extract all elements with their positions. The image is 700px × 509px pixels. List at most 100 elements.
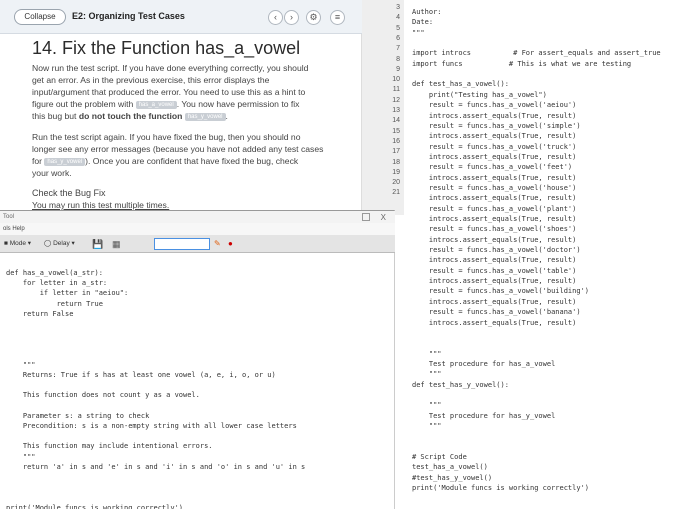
line-number: 6	[396, 34, 400, 42]
lesson-panel: Collapse E2: Organizing Test Cases ‹ › ⚙…	[0, 0, 362, 212]
code-line: This function may include intentional er…	[6, 442, 213, 451]
instruction-line: for has_y_vowel). Once you are confident…	[32, 156, 298, 166]
mode-dropdown[interactable]: ■ Mode ▾	[4, 238, 31, 250]
ide-toolbar: ■ Mode ▾ ◯ Delay ▾ 💾 ▦ ✎ ●	[0, 235, 395, 253]
line-number: 19	[392, 168, 400, 176]
code-line: print('Module funcs is working correctly…	[6, 503, 184, 509]
code-line: result = funcs.has_a_vowel('feet')	[412, 163, 573, 172]
code-line: result = funcs.has_a_vowel('doctor')	[412, 246, 581, 255]
gear-icon[interactable]: ⚙	[306, 10, 321, 25]
code-line: print('Module funcs is working correctly…	[412, 484, 590, 493]
line-number: 8	[396, 55, 400, 63]
code-line: Parameter s: a string to check	[6, 411, 150, 420]
line-number: 10	[392, 76, 400, 84]
instruction-bold: do not touch the function	[78, 111, 183, 121]
code-line: result = funcs.has_a_vowel('banana')	[412, 308, 581, 317]
line-number-gutter: 3 4 5 6 7 8 9 10 11 12 13 14 15 16 17 18 19 20 21	[362, 0, 404, 215]
collapse-button[interactable]: Collapse	[14, 9, 66, 25]
ide-menu[interactable]: ols Help	[0, 223, 395, 235]
code-line: Test procedure for has_y_vowel	[412, 411, 556, 420]
close-icon[interactable]: X	[381, 213, 386, 222]
code-line: result = funcs.has_a_vowel('plant')	[412, 204, 577, 213]
code-line: result = funcs.has_a_vowel('truck')	[412, 142, 577, 151]
code-line: for letter in a_str:	[6, 279, 108, 288]
instruction-line: your work.	[32, 168, 72, 178]
code-line: #test_has_y_vowel()	[412, 473, 493, 482]
line-number: 21	[392, 189, 400, 197]
code-line: def has_a_vowel(a_str):	[6, 269, 103, 277]
code-line: introcs.assert_equals(True, result)	[412, 297, 577, 306]
line-number: 7	[396, 45, 400, 53]
line-number: 18	[392, 158, 400, 166]
instruction-line: longer see any error messages (because y…	[32, 144, 324, 154]
code-line: def test_has_a_vowel():	[412, 80, 509, 89]
code-line: import funcs # This is what we are testi…	[412, 59, 632, 68]
code-line: introcs.assert_equals(True, result)	[412, 194, 577, 203]
code-line: """	[412, 349, 442, 358]
code-line: introcs.assert_equals(True, result)	[412, 173, 577, 182]
color-icon[interactable]: ●	[228, 238, 233, 250]
code-line: def test_has_y_vowel():	[412, 380, 509, 389]
minimize-icon[interactable]	[362, 213, 370, 221]
code-line: Date:	[412, 18, 434, 27]
code-line: This function does not count y as a vowe…	[6, 391, 200, 400]
code-line: Precondition: s is a non-empty string wi…	[6, 422, 297, 430]
code-line: Returns: True if s has at least one vowe…	[6, 371, 276, 379]
code-line: introcs.assert_equals(True, result)	[412, 152, 577, 161]
ide-title: Tool	[0, 211, 395, 223]
code-line: """	[412, 370, 442, 379]
code-line: """	[6, 360, 36, 369]
code-line: result = funcs.has_a_vowel('simple')	[412, 121, 581, 130]
code-line: return 'a' in s and 'e' in s and 'i' in …	[6, 462, 306, 471]
grid-icon[interactable]: ▦	[112, 238, 121, 250]
instruction-line: input/argument that produced the error. …	[32, 87, 306, 97]
code-line: return False	[6, 309, 74, 318]
check-bug-fix-link[interactable]: Check the Bug Fix	[32, 188, 106, 198]
instruction-line: get an error. As in the previous exercis…	[32, 75, 270, 85]
pen-tool[interactable]	[154, 238, 210, 250]
code-line: result = funcs.has_a_vowel('shoes')	[412, 225, 577, 234]
line-number: 4	[396, 14, 400, 22]
line-number: 16	[392, 137, 400, 145]
menu-icon[interactable]: ≡	[330, 10, 345, 25]
instruction-line: this bug but do not touch the function h…	[32, 111, 228, 121]
code-line: """	[412, 28, 425, 37]
code-line: return True	[6, 299, 103, 308]
test-script-editor[interactable]: Author: Date: """ import introcs # For asse…	[404, 0, 700, 509]
instruction-text: figure out the problem with	[32, 99, 134, 109]
code-line: result = funcs.has_a_vowel('table')	[412, 266, 577, 275]
pencil-icon[interactable]: ✎	[214, 238, 221, 250]
code-line: result = funcs.has_a_vowel('building')	[412, 287, 590, 296]
line-number: 14	[392, 117, 400, 125]
code-line: # Script Code	[412, 453, 467, 462]
code-line: test_has_a_vowel()	[412, 463, 488, 472]
ide-window: Tool ols Help X ■ Mode ▾ ◯ Delay ▾ 💾 ▦ ✎…	[0, 210, 395, 509]
instruction-line: Now run the test script. If you have don…	[32, 63, 309, 73]
line-number: 15	[392, 127, 400, 135]
page-title: 14. Fix the Function has_a_vowel	[32, 38, 301, 58]
next-icon[interactable]: ›	[284, 10, 299, 25]
save-icon[interactable]: 💾	[92, 238, 103, 250]
code-line: print("Testing has_a_vowel")	[412, 90, 547, 99]
delay-dropdown[interactable]: ◯ Delay ▾	[44, 238, 75, 250]
line-number: 17	[392, 148, 400, 156]
line-number: 3	[396, 4, 400, 11]
code-line: introcs.assert_equals(True, result)	[412, 132, 577, 141]
code-line: Author:	[412, 8, 442, 16]
instruction-line: figure out the problem with has_a_vowel.…	[32, 99, 299, 109]
code-line: introcs.assert_equals(True, result)	[412, 215, 577, 223]
code-line: """	[412, 401, 442, 410]
code-line: introcs.assert_equals(True, result)	[412, 256, 577, 265]
instruction-text: . You now have permission to fix	[176, 99, 300, 109]
line-number: 12	[392, 96, 400, 104]
line-number: 5	[396, 24, 400, 32]
code-line: """	[6, 452, 36, 461]
code-line: if letter in "aeiou":	[6, 289, 129, 298]
mode-label: Mode	[9, 240, 26, 247]
run-multiple-times-note: You may run this test multiple times.	[32, 200, 170, 210]
line-number: 11	[392, 86, 400, 94]
code-line: introcs.assert_equals(True, result)	[412, 111, 577, 120]
instruction-text: for	[32, 156, 43, 166]
prev-icon[interactable]: ‹	[268, 10, 283, 25]
code-line: result = funcs.has_a_vowel('house')	[412, 183, 577, 192]
